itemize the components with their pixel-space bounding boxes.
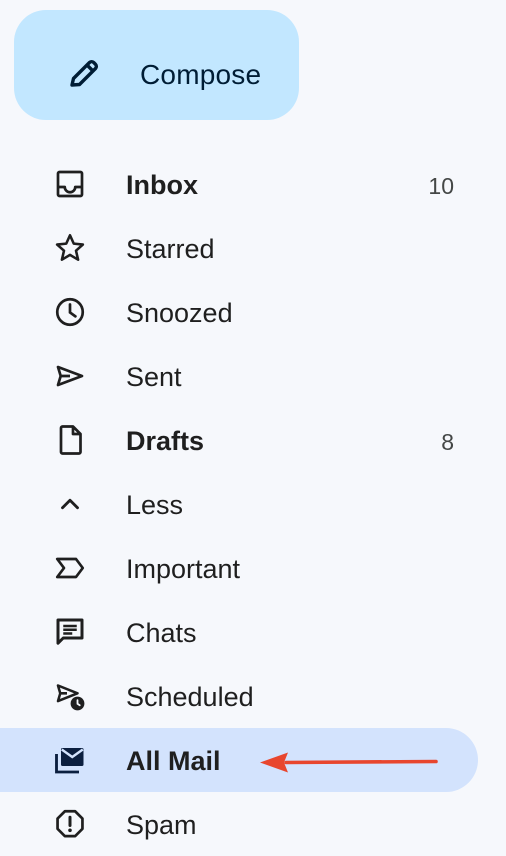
sidebar-nav: Inbox 10 Starred Snoozed Sent Drafts 8 L…	[0, 152, 506, 856]
chat-icon	[50, 616, 90, 648]
sidebar-item-label: Less	[126, 490, 184, 520]
sidebar-item-all-mail[interactable]: All Mail	[0, 728, 478, 792]
send-icon	[50, 360, 90, 392]
sidebar-item-inbox[interactable]: Inbox 10	[0, 152, 478, 216]
sidebar-item-important[interactable]: Important	[0, 536, 478, 600]
compose-label: Compose	[140, 59, 262, 90]
unread-count: 10	[428, 173, 454, 199]
all-mail-icon	[50, 744, 90, 776]
sidebar-item-label: All Mail	[126, 746, 221, 776]
sidebar-item-label: Sent	[126, 362, 182, 392]
drafts-count: 8	[441, 429, 454, 455]
sidebar-item-scheduled[interactable]: Scheduled	[0, 664, 478, 728]
sidebar-item-sent[interactable]: Sent	[0, 344, 478, 408]
chevron-up-icon	[50, 488, 90, 520]
sidebar-item-label: Scheduled	[126, 682, 254, 712]
sidebar-item-label: Chats	[126, 618, 197, 648]
sidebar-item-drafts[interactable]: Drafts 8	[0, 408, 478, 472]
sidebar-item-label: Snoozed	[126, 298, 233, 328]
star-icon	[50, 232, 90, 264]
inbox-icon	[50, 168, 90, 200]
pencil-icon	[64, 54, 104, 94]
scheduled-send-icon	[50, 680, 90, 712]
sidebar-item-starred[interactable]: Starred	[0, 216, 478, 280]
important-icon	[50, 552, 90, 584]
sidebar-item-label: Drafts	[126, 426, 205, 456]
sidebar-item-label: Important	[126, 554, 241, 584]
sidebar-item-label: Inbox	[126, 170, 198, 200]
sidebar-item-chats[interactable]: Chats	[0, 600, 478, 664]
compose-button[interactable]: Compose	[14, 10, 299, 120]
draft-icon	[50, 424, 90, 456]
clock-icon	[50, 296, 90, 328]
sidebar-item-label: Starred	[126, 234, 215, 264]
sidebar-item-label: Spam	[126, 810, 197, 840]
spam-icon	[50, 808, 90, 840]
sidebar-item-less[interactable]: Less	[0, 472, 478, 536]
sidebar-item-snoozed[interactable]: Snoozed	[0, 280, 478, 344]
sidebar-item-spam[interactable]: Spam	[0, 792, 478, 856]
